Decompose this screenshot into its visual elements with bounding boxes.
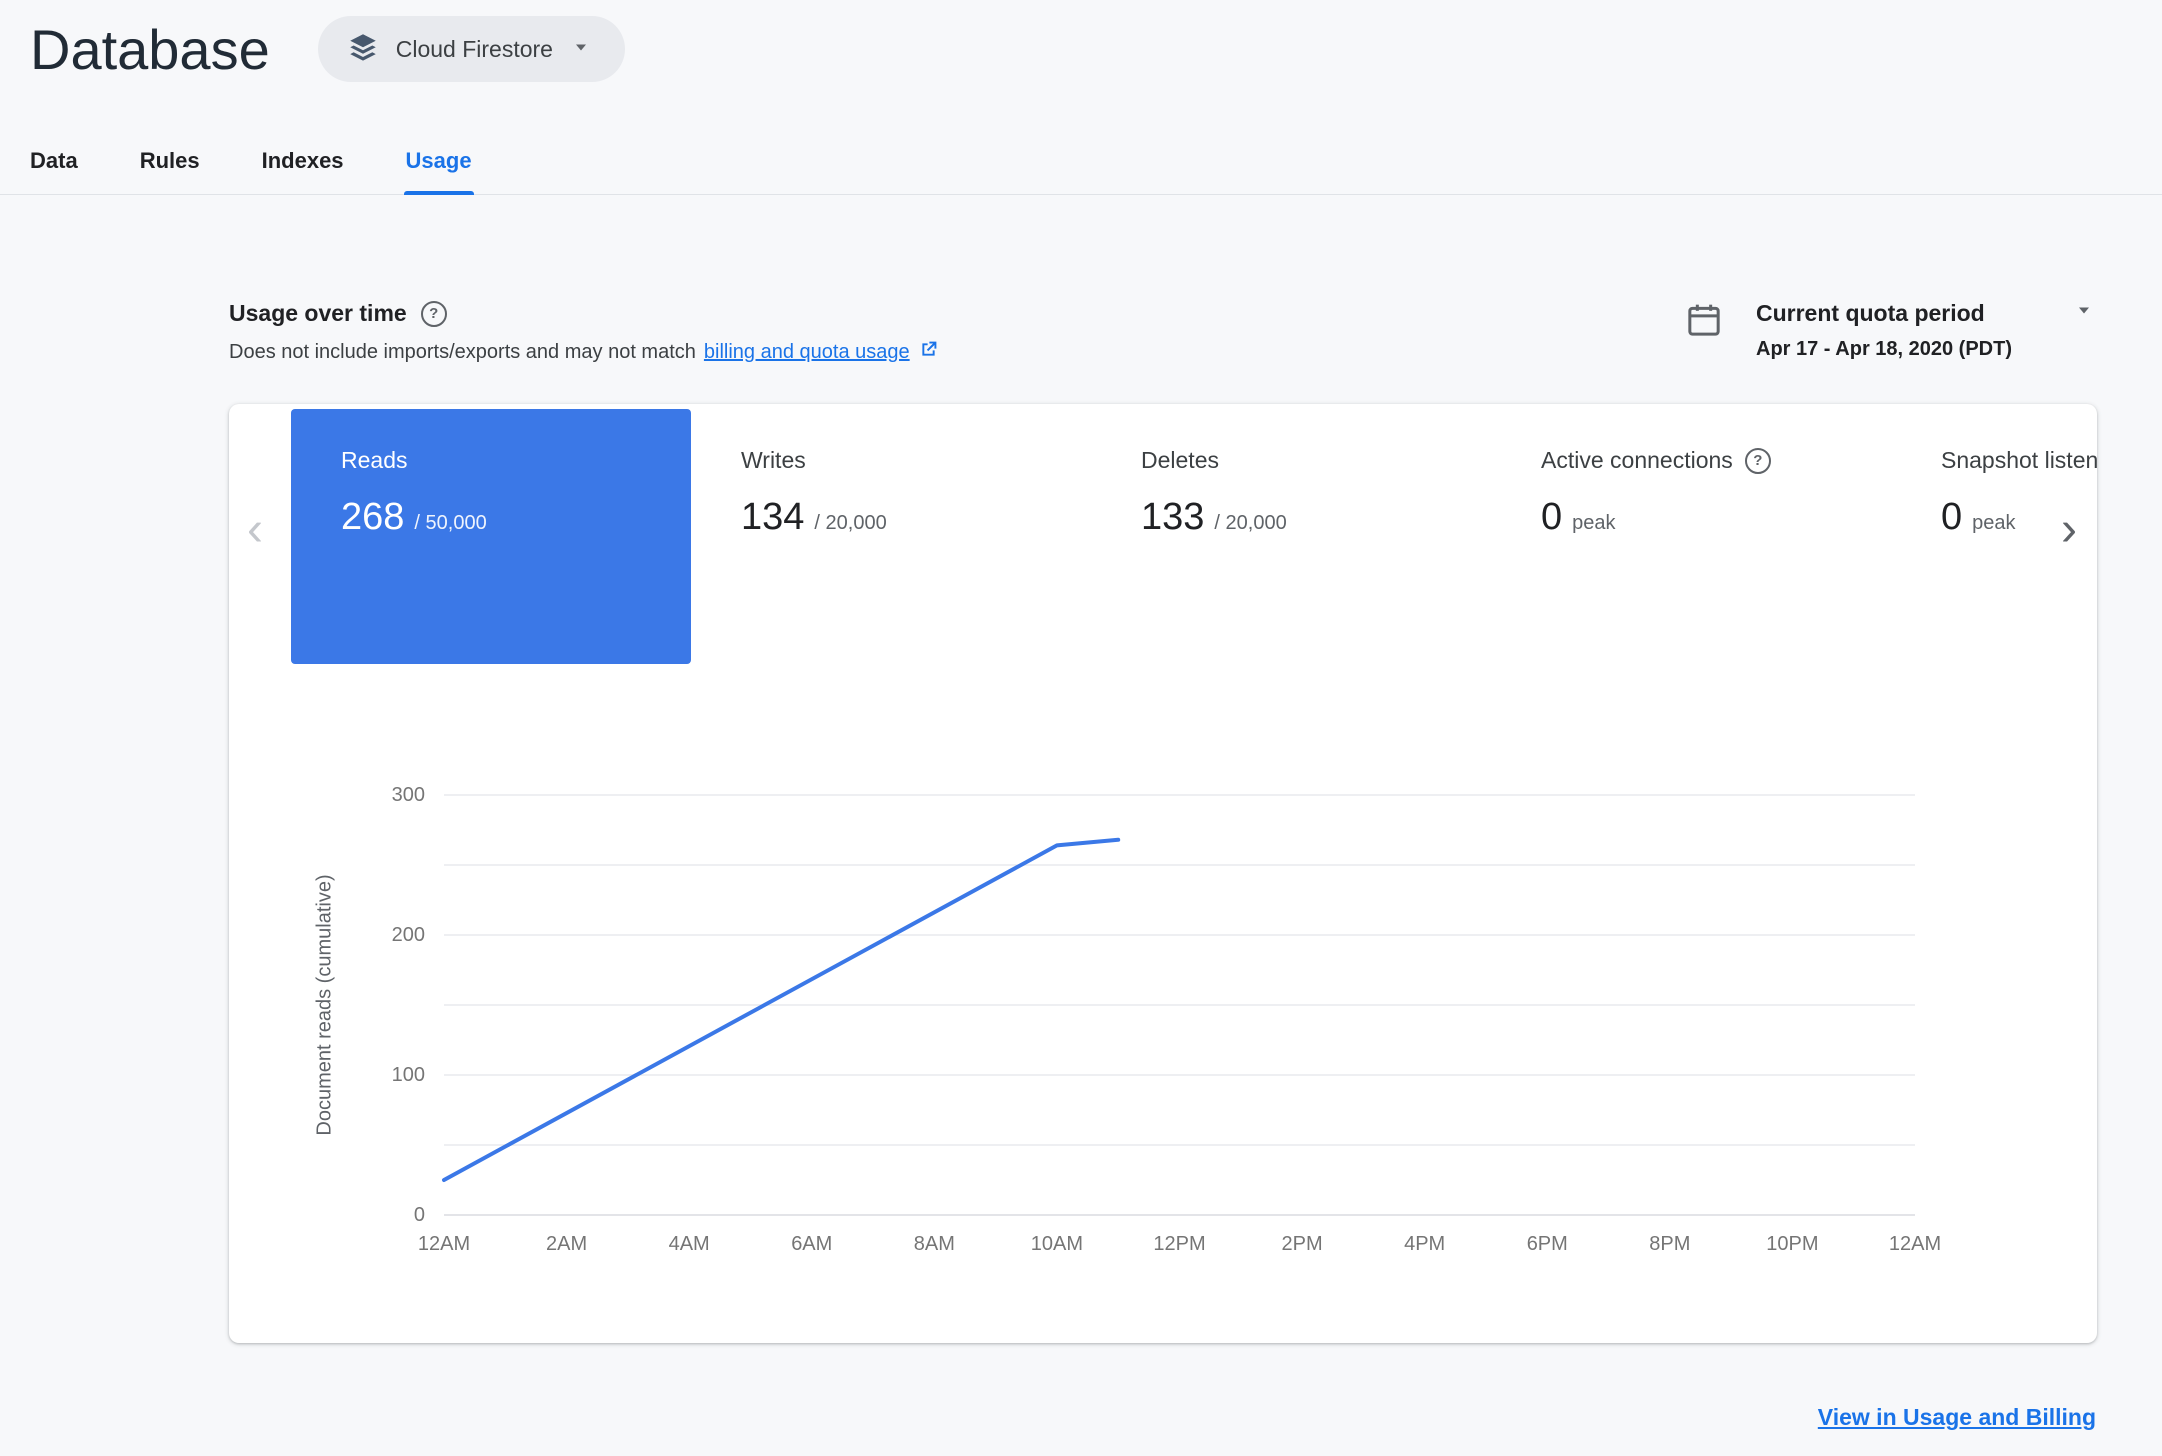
- x-tick-label: 6AM: [791, 1233, 833, 1255]
- calendar-icon: [1684, 300, 1724, 361]
- quota-period-dropdown[interactable]: Current quota period: [1756, 298, 2096, 328]
- metric-label: Active connections: [1541, 447, 1733, 473]
- x-tick-label: 4AM: [668, 1233, 710, 1255]
- quota-period-selector[interactable]: Current quota period Apr 17 - Apr 18, 20…: [1684, 298, 2096, 361]
- billing-quota-usage-link[interactable]: billing and quota usage: [704, 341, 910, 364]
- quota-period-text: Current quota period Apr 17 - Apr 18, 20…: [1756, 298, 2096, 361]
- x-tick-label: 12AM: [417, 1233, 471, 1255]
- tab-rules-label: Rules: [139, 147, 200, 173]
- help-icon[interactable]: ?: [420, 300, 447, 327]
- y-tick-label: 100: [391, 1064, 425, 1086]
- chevron-down-icon: [569, 35, 593, 64]
- tab-data-label: Data: [30, 147, 78, 173]
- view-usage-billing-link[interactable]: View in Usage and Billing: [1818, 1404, 2096, 1431]
- quota-period-label: Current quota period: [1756, 299, 1985, 326]
- metric-value: 268: [341, 496, 405, 538]
- x-tick-label: 8PM: [1649, 1233, 1691, 1255]
- tab-bar: Data Rules Indexes Usage: [0, 127, 2162, 195]
- metric-limit: / 50,000: [414, 512, 487, 534]
- metric-value: 133: [1141, 496, 1205, 538]
- y-tick-label: 0: [413, 1204, 425, 1226]
- tab-indexes-label: Indexes: [261, 147, 344, 173]
- quota-period-range: Apr 17 - Apr 18, 2020 (PDT): [1756, 338, 2013, 360]
- metric-value: 0: [1941, 496, 1963, 538]
- metric-label: Snapshot listeners: [1941, 447, 2097, 473]
- page-title: Database: [30, 17, 270, 81]
- external-link-icon[interactable]: [918, 339, 939, 366]
- carousel-prev-icon[interactable]: ‹: [247, 506, 263, 554]
- tab-usage-label: Usage: [405, 147, 472, 173]
- x-tick-label: 4PM: [1404, 1233, 1446, 1255]
- metric-tiles: Reads? 268/ 50,000 Writes? 134/ 20,000 D…: [291, 409, 2097, 664]
- product-selector-label: Cloud Firestore: [395, 35, 553, 62]
- metric-tile-writes[interactable]: Writes? 134/ 20,000: [691, 409, 1091, 664]
- usage-subtitle-text: Does not include imports/exports and may…: [229, 341, 696, 363]
- firestore-icon: [346, 30, 380, 69]
- y-tick-label: 200: [391, 924, 425, 946]
- metric-limit: / 20,000: [814, 512, 887, 534]
- metric-tile-deletes[interactable]: Deletes? 133/ 20,000: [1091, 409, 1491, 664]
- tab-usage[interactable]: Usage: [403, 127, 474, 195]
- tab-data[interactable]: Data: [30, 127, 78, 194]
- metric-value: 134: [741, 496, 805, 538]
- caret-down-icon: [2072, 298, 2096, 328]
- x-tick-label: 2PM: [1281, 1233, 1323, 1255]
- y-axis-title: Document reads (cumulative): [313, 874, 336, 1136]
- x-tick-label: 10PM: [1766, 1233, 1819, 1255]
- x-tick-label: 8AM: [913, 1233, 955, 1255]
- metric-value: 0: [1541, 496, 1563, 538]
- x-tick-label: 12PM: [1153, 1233, 1206, 1255]
- metric-label: Deletes: [1141, 447, 1219, 473]
- x-axis-ticks: 12AM 2AM 4AM 6AM 8AM 10AM 12PM 2PM 4PM 6PM 8PM 10PM…: [418, 1233, 1941, 1261]
- metric-peak: peak: [1972, 512, 2016, 534]
- usage-chart: Document reads (cumulative) 0 100 200 300 1…: [229, 784, 2097, 1285]
- x-tick-label: 6PM: [1526, 1233, 1568, 1255]
- metric-tile-reads[interactable]: Reads? 268/ 50,000: [291, 409, 691, 664]
- usage-chart-svg: [442, 794, 1915, 1216]
- usage-subtitle: Does not include imports/exports and may…: [229, 339, 939, 366]
- metric-tile-active-connections[interactable]: Active connections? 0 peak: [1491, 409, 1891, 664]
- x-tick-label: 12AM: [1888, 1233, 1942, 1255]
- metric-peak: peak: [1572, 512, 1616, 534]
- usage-card: ‹ › Reads? 268/ 50,000 Writes? 134/ 20,0…: [229, 404, 2097, 1343]
- y-axis-ticks: 0 100 200 300: [349, 784, 425, 1226]
- y-tick-label: 300: [391, 784, 425, 806]
- x-tick-label: 10AM: [1030, 1233, 1084, 1255]
- product-selector[interactable]: Cloud Firestore: [317, 16, 625, 82]
- help-icon[interactable]: ?: [1744, 447, 1771, 474]
- usage-section-header: Usage over time ? Does not include impor…: [229, 300, 939, 366]
- usage-over-time-title: Usage over time: [229, 300, 407, 326]
- x-tick-label: 2AM: [546, 1233, 588, 1255]
- metric-label: Reads: [341, 447, 408, 473]
- tab-rules[interactable]: Rules: [140, 127, 200, 194]
- metric-tile-snapshot-listeners[interactable]: Snapshot listeners? 0peak: [1891, 409, 2097, 664]
- tab-indexes[interactable]: Indexes: [262, 127, 344, 194]
- metric-limit: / 20,000: [1214, 512, 1287, 534]
- page-header: Database Cloud Firestore: [30, 16, 625, 82]
- metric-label: Writes: [741, 447, 806, 473]
